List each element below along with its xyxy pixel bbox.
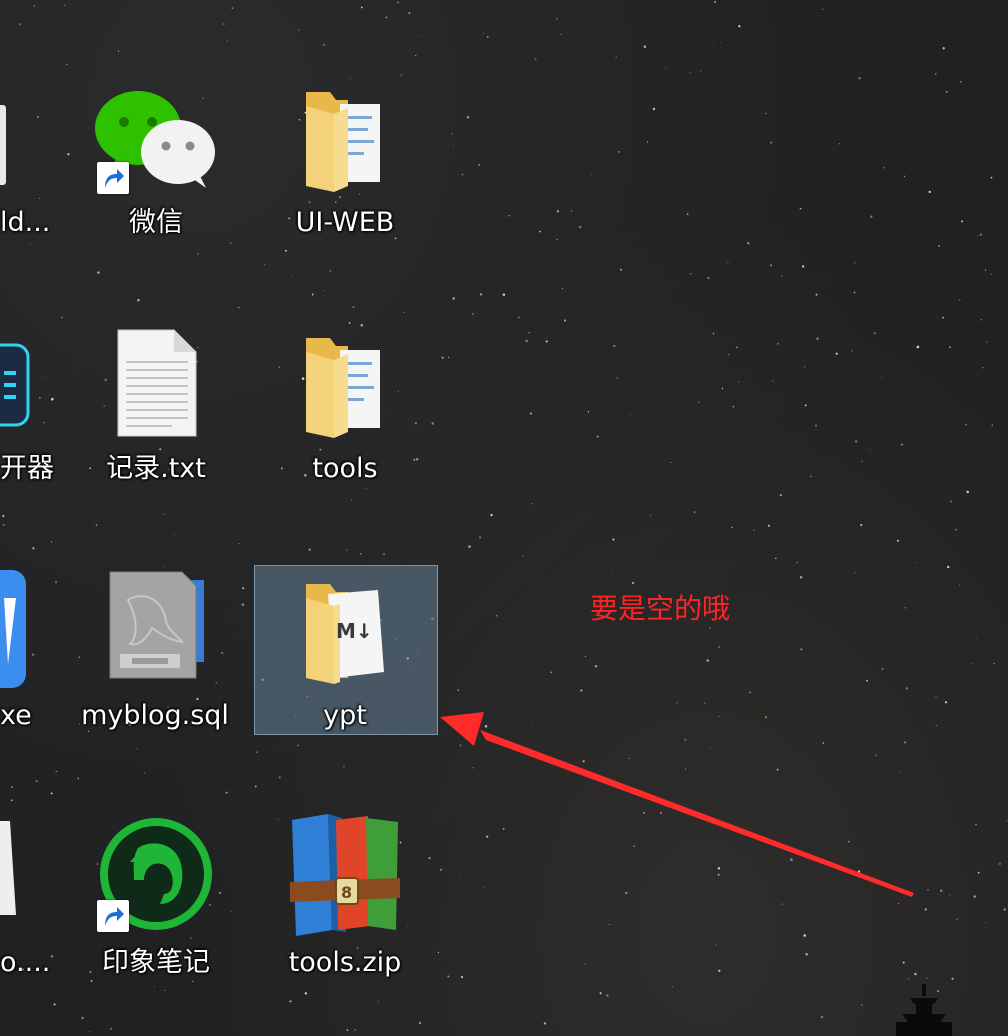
pagoda-silhouette bbox=[896, 984, 952, 1036]
annotation-arrow bbox=[440, 712, 914, 897]
desktop[interactable]: ld... 微信 UI-WEB 开器 记录.txt tools xe myblo… bbox=[0, 0, 1008, 1036]
